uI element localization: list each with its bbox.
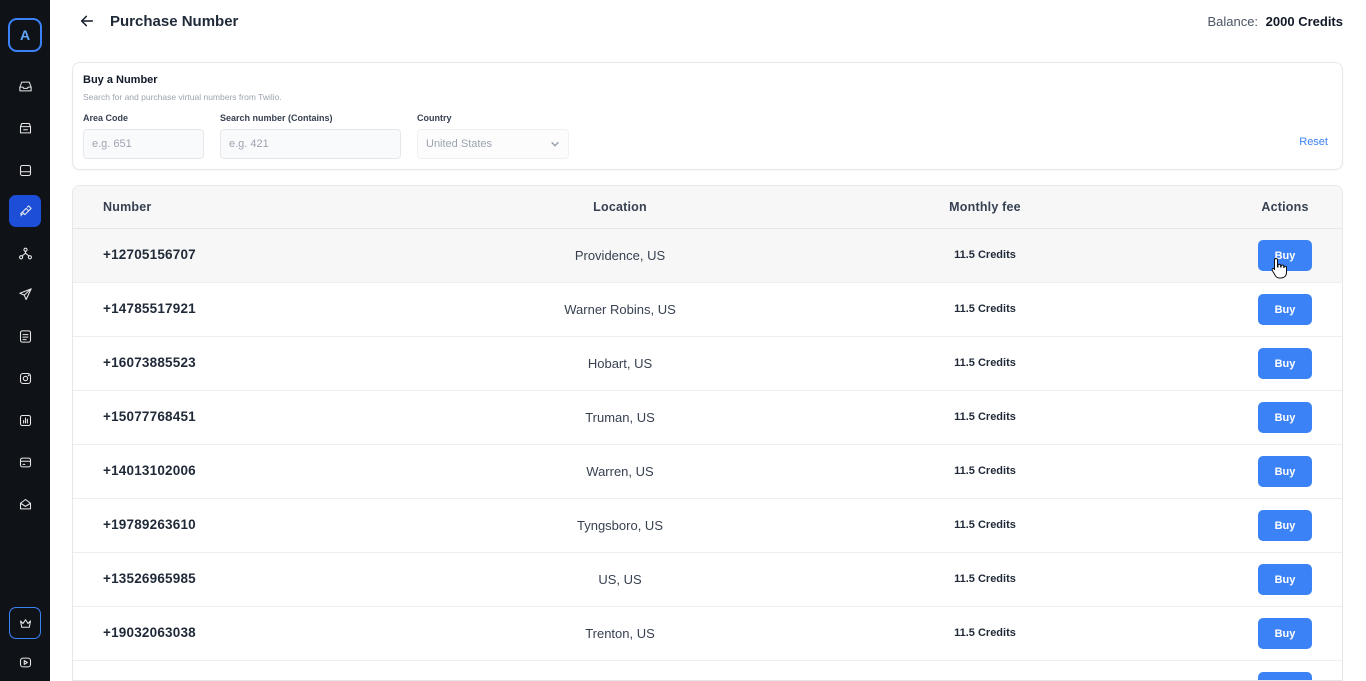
table-row: +12705156707 Providence, US 11.5 Credits…	[73, 229, 1342, 283]
table-header: Number Location Monthly fee Actions	[73, 186, 1342, 229]
inbox-icon	[18, 81, 32, 91]
crown-icon	[19, 618, 31, 628]
nav-cards[interactable]	[9, 446, 41, 478]
buy-button[interactable]: Buy	[1258, 294, 1312, 325]
location: Trenton, US	[585, 626, 655, 641]
card-icon	[19, 457, 31, 467]
reset-button[interactable]: Reset	[1299, 136, 1328, 148]
buy-button[interactable]: Buy	[1258, 402, 1312, 433]
nav-network[interactable]	[9, 237, 41, 269]
monthly-fee: 11.5 Credits	[954, 357, 1016, 369]
buy-button[interactable]: Buy	[1258, 456, 1312, 487]
buy-button[interactable]: Buy	[1258, 510, 1312, 541]
analytics-icon	[19, 414, 31, 426]
nav-video[interactable]	[9, 646, 41, 678]
nav-documents[interactable]	[9, 320, 41, 352]
buy-button[interactable]: Buy	[1258, 618, 1312, 649]
nav-archive[interactable]	[9, 112, 41, 144]
column-header-monthly-fee: Monthly fee	[949, 200, 1021, 214]
send-icon	[18, 287, 32, 300]
search-number-input[interactable]: e.g. 421	[220, 129, 401, 159]
column-header-location: Location	[593, 200, 647, 214]
search-number-label: Search number (Contains)	[220, 113, 333, 123]
table-row-partial	[73, 661, 1342, 680]
nav-send[interactable]	[9, 278, 41, 310]
nav-instagram[interactable]	[9, 362, 41, 394]
table-row: +14785517921 Warner Robins, US 11.5 Cred…	[73, 283, 1342, 337]
phone-number: +13526965985	[103, 571, 196, 586]
country-label: Country	[417, 113, 452, 123]
location: Warren, US	[586, 464, 654, 479]
storage-icon	[19, 164, 31, 176]
location: US, US	[598, 572, 642, 587]
monthly-fee: 11.5 Credits	[954, 303, 1016, 315]
table-row: +14013102006 Warren, US 11.5 Credits Buy	[73, 445, 1342, 499]
buy-button[interactable]: Buy	[1258, 564, 1312, 595]
table-row: +19789263610 Tyngsboro, US 11.5 Credits …	[73, 499, 1342, 553]
phone-number: +14785517921	[103, 301, 196, 316]
balance-value: 2000 Credits	[1265, 14, 1343, 29]
satellite-icon	[19, 204, 32, 216]
chevron-down-icon	[551, 141, 559, 147]
phone-number: +15077768451	[103, 409, 196, 424]
phone-number: +16073885523	[103, 355, 196, 370]
back-button[interactable]	[79, 13, 97, 31]
country-value: United States	[426, 138, 493, 150]
monthly-fee: 11.5 Credits	[954, 519, 1016, 531]
monthly-fee: 11.5 Credits	[954, 249, 1016, 261]
phone-number: +19032063038	[103, 625, 196, 640]
phone-number: +12705156707	[103, 247, 196, 262]
nav-storage[interactable]	[9, 154, 41, 186]
monthly-fee: 11.5 Credits	[954, 627, 1016, 639]
numbers-table: Number Location Monthly fee Actions +127…	[72, 185, 1343, 681]
nav-upgrade[interactable]	[9, 607, 41, 639]
nav-numbers[interactable]	[9, 195, 41, 227]
monthly-fee: 11.5 Credits	[954, 411, 1016, 423]
monthly-fee: 11.5 Credits	[954, 465, 1016, 477]
nav-inbox[interactable]	[9, 70, 41, 102]
location: Tyngsboro, US	[577, 518, 663, 533]
search-panel-subtitle: Search for and purchase virtual numbers …	[83, 92, 282, 102]
area-code-label: Area Code	[83, 113, 129, 123]
phone-number: +14013102006	[103, 463, 196, 478]
table-row: +15077768451 Truman, US 11.5 Credits Buy	[73, 391, 1342, 445]
mail-open-icon	[19, 498, 31, 509]
nav-mail[interactable]	[9, 488, 41, 520]
table-row: +13526965985 US, US 11.5 Credits Buy	[73, 553, 1342, 607]
network-icon	[18, 247, 32, 259]
video-icon	[19, 657, 31, 667]
area-code-input[interactable]: e.g. 651	[83, 129, 204, 159]
search-panel-title: Buy a Number	[83, 74, 158, 86]
balance-label: Balance:	[1207, 14, 1259, 29]
document-icon	[19, 329, 31, 343]
archive-icon	[19, 122, 31, 133]
column-header-number: Number	[103, 200, 152, 214]
balance-display: Balance: 2000 Credits	[1207, 14, 1343, 29]
sidebar: A	[0, 0, 50, 681]
table-row: +16073885523 Hobart, US 11.5 Credits Buy	[73, 337, 1342, 391]
monthly-fee: 11.5 Credits	[954, 573, 1016, 585]
buy-button[interactable]: Buy	[1258, 348, 1312, 379]
location: Warner Robins, US	[564, 302, 676, 317]
location: Providence, US	[574, 248, 666, 263]
app-logo[interactable]: A	[8, 18, 42, 52]
hand-pointer-icon	[1271, 257, 1287, 279]
search-panel: Buy a Number Search for and purchase vir…	[72, 62, 1343, 170]
nav-analytics[interactable]	[9, 404, 41, 436]
buy-button-partial[interactable]	[1258, 672, 1312, 680]
phone-number: +19789263610	[103, 517, 196, 532]
table-row: +19032063038 Trenton, US 11.5 Credits Bu…	[73, 607, 1342, 661]
country-select[interactable]: United States	[417, 129, 569, 159]
arrow-left-icon	[80, 15, 94, 27]
instagram-icon	[19, 372, 31, 384]
location: Truman, US	[585, 410, 655, 425]
location: Hobart, US	[587, 356, 653, 371]
column-header-actions: Actions	[1261, 200, 1309, 214]
page-title: Purchase Number	[110, 13, 239, 30]
